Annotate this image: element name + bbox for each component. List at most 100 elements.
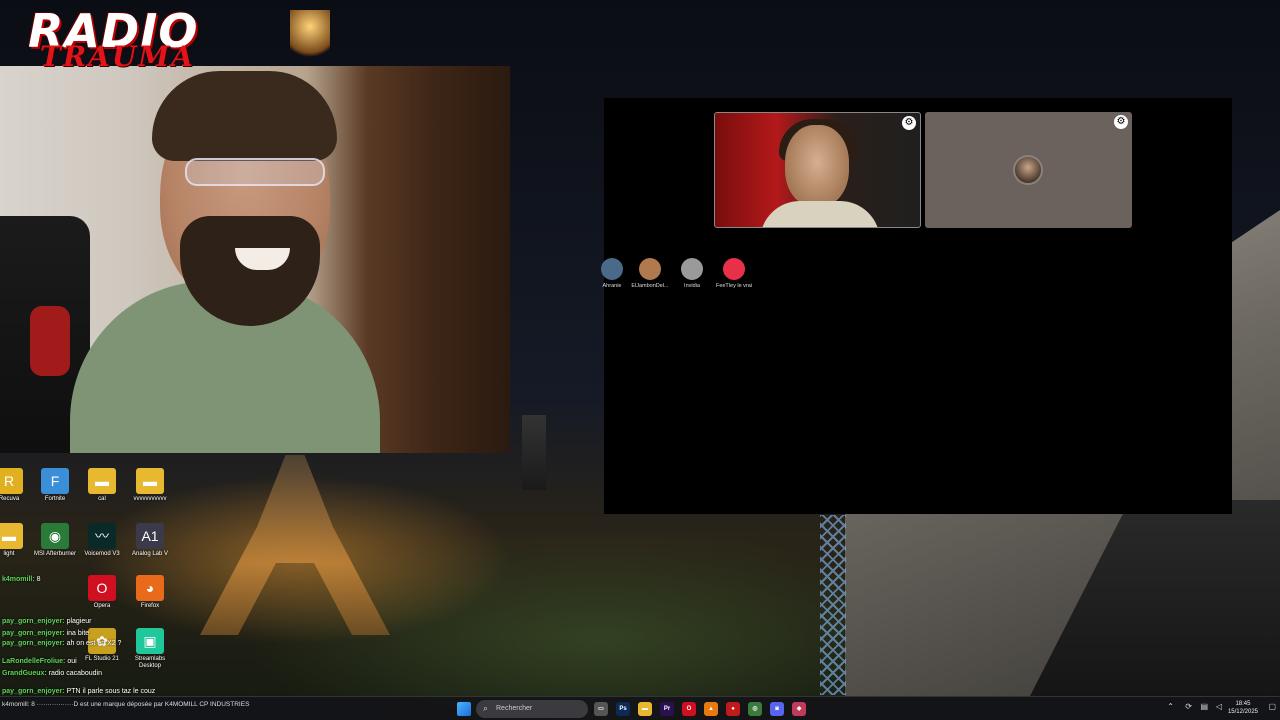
shortcut-icon: O: [88, 575, 116, 601]
settings-icon[interactable]: ⚙: [1114, 115, 1128, 129]
voice-call-window: ⚙ ⚙ Ahranie ElJambonDel... Invidia FeeTley …: [601, 98, 1232, 514]
sync-icon[interactable]: ⟳: [1185, 702, 1192, 711]
streamer-hair: [152, 71, 337, 161]
chat-text: radio cacaboudin: [48, 670, 103, 677]
chair-accent: [30, 306, 70, 376]
discord-icon[interactable]: ◙: [770, 702, 784, 716]
search-placeholder: Rechercher: [496, 705, 533, 712]
search-icon: ⌕: [483, 703, 489, 713]
desktop-shortcut[interactable]: ▬ light: [0, 523, 34, 558]
notification-icon[interactable]: ▢: [1268, 702, 1276, 711]
clock-time: 18:45: [1235, 701, 1251, 707]
clock-date: 15/12/2025: [1227, 709, 1258, 715]
participant-avatar: [723, 258, 745, 280]
webcam-feed: [0, 66, 510, 453]
chat-text: ina bite: [66, 630, 90, 637]
chat-username: pay_gorn_enjoyer:: [2, 618, 67, 625]
opera-icon[interactable]: O: [682, 702, 696, 716]
shortcut-icon: ◉: [41, 523, 69, 549]
lit-tower: [290, 10, 330, 65]
participant-avatar: [639, 258, 661, 280]
shortcut-label: Firefox: [140, 603, 160, 609]
chat-text: oui: [67, 658, 77, 665]
shortcut-icon: ▬: [136, 468, 164, 494]
shortcut-icon: F: [41, 468, 69, 494]
logo-line-2: TRAUMA: [40, 40, 195, 73]
settings-icon[interactable]: ⚙: [902, 116, 916, 130]
chat-username: k4momill:: [2, 576, 37, 583]
files-icon[interactable]: ▭: [594, 702, 608, 716]
shortcut-label: vvvvvvvvvvv: [133, 496, 167, 502]
chat-username: pay_gorn_enjoyer:: [2, 688, 67, 695]
radio-trauma-logo: RADIO TRAUMA: [28, 4, 238, 74]
desktop-shortcut[interactable]: ▬ cal: [77, 468, 127, 503]
avatar: [1013, 155, 1043, 185]
chrome-icon[interactable]: ◎: [748, 702, 762, 716]
shortcut-label: cal: [98, 496, 106, 502]
shortcut-icon: ▬: [88, 468, 116, 494]
shortcut-icon: 〰: [88, 523, 116, 549]
chat-username: LaRondelleFroliue:: [2, 658, 68, 665]
chat-username: pay_gorn_enjoyer:: [2, 630, 67, 637]
explorer-icon[interactable]: ▬: [638, 702, 652, 716]
video-tile[interactable]: ⚙: [714, 112, 921, 228]
recorder-icon[interactable]: ●: [726, 702, 740, 716]
montparnasse-tower: [522, 415, 546, 490]
chat-message: pay_gorn_enjoyer: ah on est en X2 ?: [2, 640, 121, 647]
chat-text: PTN il parle sous taz le couz: [66, 688, 156, 695]
vlc-icon[interactable]: ▲: [704, 702, 718, 716]
volume-icon[interactable]: ◁: [1216, 702, 1222, 711]
scaffolding: [820, 515, 846, 695]
shortcut-icon: ◕: [136, 575, 164, 601]
desktop-shortcut[interactable]: A1 Analog Lab V: [125, 523, 175, 558]
premiere-icon[interactable]: Pr: [660, 702, 674, 716]
participant-avatar: [601, 258, 623, 280]
desktop-shortcut[interactable]: ▬ vvvvvvvvvvv: [125, 468, 175, 503]
chat-text: plagieur: [66, 618, 92, 625]
desktop-shortcut[interactable]: R Recuva: [0, 468, 34, 503]
caller-shirt: [760, 201, 880, 227]
streamer-glasses: [185, 158, 325, 186]
shortcut-label: Voicemod V3: [84, 551, 120, 557]
caller-face: [785, 125, 849, 207]
shortcut-icon: R: [0, 468, 23, 494]
ticker-text: k4momill: 8 ·················D est une m…: [2, 701, 250, 708]
photoshop-icon[interactable]: Ps: [616, 702, 630, 716]
shortcut-label: MSI Afterburner: [33, 551, 77, 557]
shortcut-label: light: [3, 551, 15, 557]
shortcut-icon: ▣: [136, 628, 164, 654]
avatar-tile[interactable]: ⚙: [925, 112, 1132, 228]
chat-text: ah on est en X2 ?: [66, 640, 122, 647]
chat-message: pay_gorn_enjoyer: plagieur: [2, 618, 92, 625]
participant-item[interactable]: FeeTley le vrai: [706, 258, 762, 289]
chat-username: pay_gorn_enjoyer:: [2, 640, 67, 647]
tray-up-icon[interactable]: ⌃: [1167, 702, 1174, 711]
network-icon[interactable]: ▤: [1200, 702, 1208, 711]
desktop-shortcut[interactable]: 〰 Voicemod V3: [77, 523, 127, 558]
shortcut-label: FL Studio 21: [85, 656, 119, 662]
chat-message: GrandGueux: radio cacaboudin: [2, 670, 102, 677]
search-input[interactable]: ⌕ Rechercher: [476, 700, 588, 718]
desktop-shortcut[interactable]: O Opera: [77, 575, 127, 610]
participant-list: Ahranie ElJambonDel... Invidia FeeTley le v…: [601, 258, 804, 298]
shortcut-label: Recuva: [0, 496, 20, 502]
chat-username: GrandGueux:: [2, 670, 49, 677]
clock[interactable]: 18:45 15/12/2025: [1228, 700, 1258, 716]
chat-text: 8: [36, 576, 41, 583]
shortcut-label: Analog Lab V: [131, 551, 169, 557]
taskbar: k4momill: 8 ·················D est une m…: [0, 696, 1280, 720]
start-button[interactable]: [457, 702, 471, 716]
participant-avatar: [681, 258, 703, 280]
shortcut-icon: A1: [136, 523, 164, 549]
shortcut-label: Fortnite: [44, 496, 66, 502]
shortcut-label: Streamlabs Desktop: [134, 656, 166, 669]
participant-name: FeeTley le vrai: [715, 283, 753, 289]
desktop-shortcut[interactable]: ▣ Streamlabs Desktop: [125, 628, 175, 670]
app-icon[interactable]: ◆: [792, 702, 806, 716]
desktop-shortcut[interactable]: ◕ Firefox: [125, 575, 175, 610]
chat-message: pay_gorn_enjoyer: PTN il parle sous taz …: [2, 688, 155, 695]
desktop-shortcut[interactable]: ◉ MSI Afterburner: [30, 523, 80, 558]
chat-message: pay_gorn_enjoyer: ina bite: [2, 630, 89, 637]
chat-message: LaRondelleFroliue: oui: [2, 658, 77, 665]
desktop-shortcut[interactable]: F Fortnite: [30, 468, 80, 503]
